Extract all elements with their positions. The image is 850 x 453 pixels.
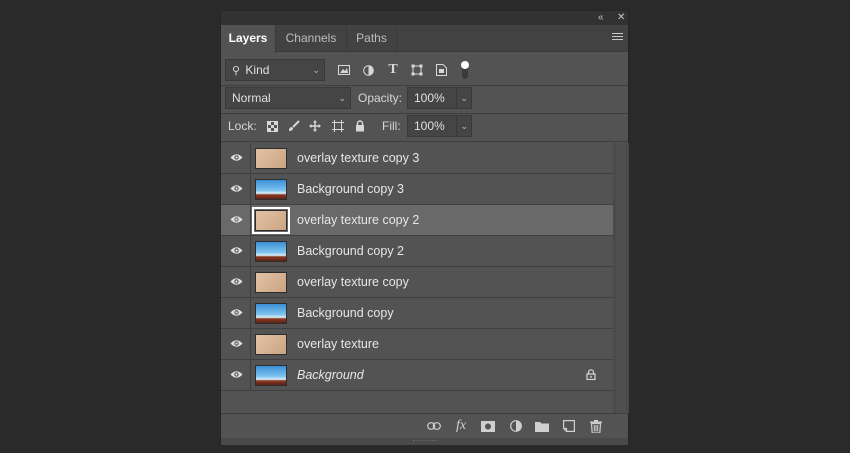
layer-row[interactable]: Background copy bbox=[221, 298, 613, 329]
visibility-toggle[interactable] bbox=[221, 329, 251, 359]
lock-row: Lock: Fill: 100% ⌄ bbox=[221, 115, 628, 137]
layer-name[interactable]: overlay texture copy bbox=[297, 267, 409, 297]
search-icon: ⚲ bbox=[232, 65, 241, 77]
lock-all-icon[interactable] bbox=[353, 115, 367, 137]
visibility-toggle[interactable] bbox=[221, 267, 251, 297]
visibility-toggle[interactable] bbox=[221, 143, 251, 173]
layer-row[interactable]: Background copy 3 bbox=[221, 174, 613, 205]
opacity-label: Opacity: bbox=[358, 91, 403, 105]
tab-layers[interactable]: Layers bbox=[221, 25, 276, 53]
visibility-toggle[interactable] bbox=[221, 236, 251, 266]
divider bbox=[221, 85, 628, 86]
filter-kind-dropdown[interactable]: ⚲ Kind ⌄ bbox=[225, 59, 325, 81]
layer-thumbnail[interactable] bbox=[255, 241, 287, 262]
filter-row: ⚲ Kind ⌄ T bbox=[221, 59, 628, 81]
eye-icon bbox=[230, 185, 243, 192]
layers-panel: « ✕ Layers Channels Paths ⚲ Kind ⌄ T Nor… bbox=[220, 10, 629, 445]
scrollbar-track[interactable] bbox=[616, 143, 626, 413]
double-chevron-left-icon[interactable]: « bbox=[598, 12, 604, 24]
chevron-down-icon: ⌄ bbox=[460, 121, 468, 131]
layer-name[interactable]: Background copy 3 bbox=[297, 174, 404, 204]
fill-value: 100% bbox=[414, 119, 445, 133]
type-layer-filter-icon[interactable]: T bbox=[386, 59, 400, 81]
eye-icon bbox=[230, 154, 243, 161]
opacity-input[interactable]: 100% bbox=[407, 87, 457, 109]
pixel-layer-filter-icon[interactable] bbox=[337, 59, 351, 81]
delete-layer-icon[interactable] bbox=[588, 418, 604, 434]
blend-mode-value: Normal bbox=[232, 91, 271, 105]
lock-label: Lock: bbox=[228, 119, 257, 133]
tab-paths[interactable]: Paths bbox=[347, 25, 397, 52]
eye-icon bbox=[230, 216, 243, 223]
eye-icon bbox=[230, 247, 243, 254]
eye-icon bbox=[230, 340, 243, 347]
layer-row[interactable]: overlay texture copy 3 bbox=[221, 143, 613, 174]
eye-icon bbox=[230, 309, 243, 316]
layer-row[interactable]: Background bbox=[221, 360, 613, 391]
panel-menu-icon[interactable] bbox=[612, 33, 623, 42]
layer-row[interactable]: overlay texture copy bbox=[221, 267, 613, 298]
layer-name[interactable]: overlay texture copy 3 bbox=[297, 143, 419, 173]
visibility-toggle[interactable] bbox=[221, 298, 251, 328]
close-icon[interactable]: ✕ bbox=[617, 12, 625, 24]
fill-label: Fill: bbox=[382, 119, 401, 133]
grip-dots bbox=[413, 440, 437, 443]
chevron-down-icon: ⌄ bbox=[338, 93, 346, 103]
adjustment-layer-filter-icon[interactable] bbox=[361, 59, 375, 81]
layer-row[interactable]: overlay texture bbox=[221, 329, 613, 360]
blend-mode-dropdown[interactable]: Normal ⌄ bbox=[225, 87, 351, 109]
shape-layer-filter-icon[interactable] bbox=[410, 59, 424, 81]
opacity-value: 100% bbox=[414, 91, 445, 105]
panel-resize-grip[interactable] bbox=[221, 438, 628, 445]
layer-thumbnail[interactable] bbox=[255, 334, 287, 355]
visibility-toggle[interactable] bbox=[221, 174, 251, 204]
layer-name[interactable]: Background copy bbox=[297, 298, 394, 328]
visibility-toggle[interactable] bbox=[221, 360, 251, 390]
layer-name[interactable]: Background copy 2 bbox=[297, 236, 404, 266]
filter-kind-label: Kind bbox=[245, 63, 270, 77]
new-adjustment-layer-icon[interactable] bbox=[508, 418, 524, 434]
chevron-down-icon: ⌄ bbox=[312, 65, 320, 75]
layer-thumbnail[interactable] bbox=[255, 272, 287, 293]
layers-list: overlay texture copy 3 Background copy 3… bbox=[221, 143, 613, 391]
layer-style-fx-icon[interactable]: fx bbox=[453, 418, 469, 434]
layers-scrollbar[interactable] bbox=[613, 143, 629, 413]
lock-image-pixels-icon[interactable] bbox=[287, 115, 301, 137]
new-group-folder-icon[interactable] bbox=[534, 418, 550, 434]
lock-transparent-pixels-icon[interactable] bbox=[265, 115, 279, 137]
layer-thumbnail[interactable] bbox=[252, 207, 290, 234]
layer-thumbnail[interactable] bbox=[255, 303, 287, 324]
eye-icon bbox=[230, 278, 243, 285]
layer-row-selected[interactable]: overlay texture copy 2 bbox=[221, 205, 613, 236]
link-layers-icon[interactable] bbox=[426, 418, 442, 434]
divider bbox=[221, 113, 628, 114]
smart-object-filter-icon[interactable] bbox=[434, 59, 448, 81]
lock-icon[interactable] bbox=[586, 369, 596, 380]
panel-tab-bar: Layers Channels Paths bbox=[221, 25, 628, 53]
visibility-toggle[interactable] bbox=[221, 205, 251, 235]
tab-channels[interactable]: Channels bbox=[276, 25, 347, 52]
layers-bottom-toolbar: fx bbox=[221, 413, 628, 438]
opacity-slider-button[interactable]: ⌄ bbox=[456, 87, 472, 109]
lock-position-icon[interactable] bbox=[308, 115, 322, 137]
layer-name[interactable]: Background bbox=[297, 360, 364, 390]
new-layer-icon[interactable] bbox=[561, 418, 577, 434]
layer-thumbnail[interactable] bbox=[255, 179, 287, 200]
layer-thumbnail[interactable] bbox=[255, 365, 287, 386]
panel-titlebar: « ✕ bbox=[221, 11, 628, 25]
fill-slider-button[interactable]: ⌄ bbox=[456, 115, 472, 137]
layer-row[interactable]: Background copy 2 bbox=[221, 236, 613, 267]
fill-input[interactable]: 100% bbox=[407, 115, 457, 137]
layer-name[interactable]: overlay texture copy 2 bbox=[297, 205, 419, 235]
chevron-down-icon: ⌄ bbox=[460, 93, 468, 103]
lock-artboard-icon[interactable] bbox=[331, 115, 345, 137]
layer-thumbnail[interactable] bbox=[255, 148, 287, 169]
layer-name[interactable]: overlay texture bbox=[297, 329, 379, 359]
add-mask-icon[interactable] bbox=[480, 418, 496, 434]
eye-icon bbox=[230, 371, 243, 378]
blend-row: Normal ⌄ Opacity: 100% ⌄ bbox=[221, 87, 628, 109]
divider bbox=[221, 141, 628, 142]
filter-toggle-icon[interactable] bbox=[459, 59, 471, 81]
